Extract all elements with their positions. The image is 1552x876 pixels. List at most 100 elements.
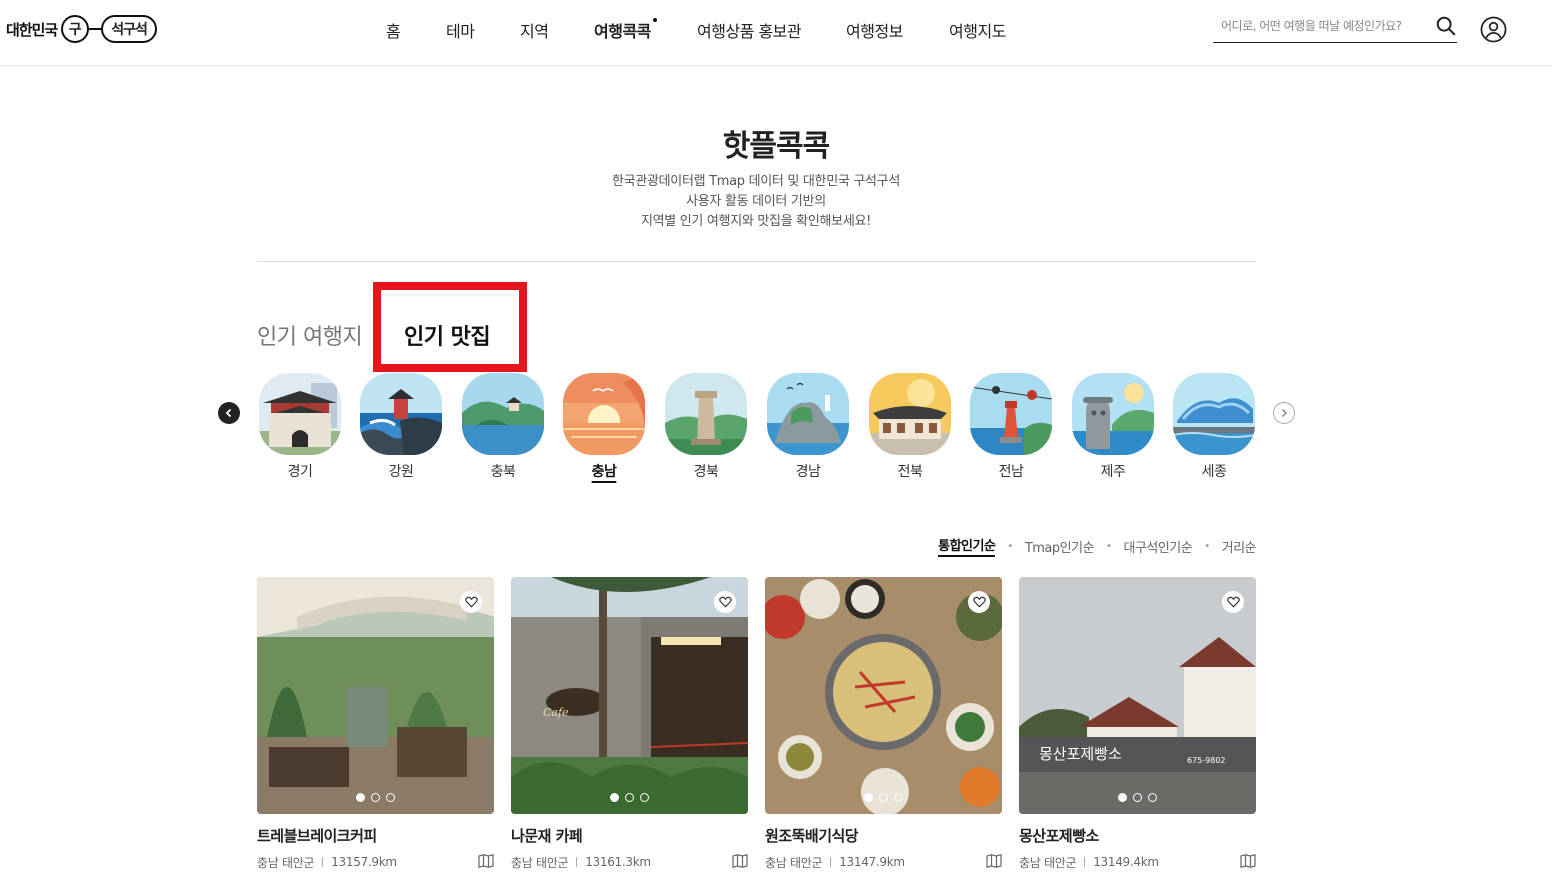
region-label: 충남 — [591, 464, 617, 480]
search-input[interactable] — [1221, 15, 1431, 37]
user-profile-icon[interactable] — [1480, 16, 1507, 43]
heart-icon — [464, 596, 478, 608]
restaurant-card[interactable]: 원조뚝배기식당 충남 태안군 13147.9km — [765, 577, 1002, 870]
carousel-dot[interactable] — [894, 793, 903, 802]
nav-product-promo[interactable]: 여행상품 홍보관 — [697, 18, 802, 42]
restaurant-photo[interactable]: Cafe — [511, 577, 748, 814]
sort-separator: • — [1204, 540, 1210, 552]
gyeongbuk-region-icon — [665, 373, 747, 455]
nav-travel-map[interactable]: 여행지도 — [949, 18, 1006, 42]
site-header: 대한민국 구 석구석 홈 테마 지역 여행콕콕 여행상품 홍보관 여행정보 여행… — [0, 0, 1552, 66]
search-icon[interactable] — [1435, 15, 1457, 37]
tab-popular-destinations[interactable]: 인기 여행지 — [257, 319, 363, 351]
carousel-dot[interactable] — [879, 793, 888, 802]
heart-icon — [718, 596, 732, 608]
restaurant-photo[interactable]: 몽산포제빵소 675-9802 — [1019, 577, 1256, 814]
restaurant-meta: 충남 태안군 13149.4km — [1019, 854, 1256, 870]
carousel-dot[interactable] — [1148, 793, 1157, 802]
carousel-dot[interactable] — [371, 793, 380, 802]
carousel-dot[interactable] — [864, 793, 873, 802]
nav-travel-kokkok[interactable]: 여행콕콕 — [594, 18, 657, 42]
map-icon[interactable] — [478, 854, 494, 868]
region-chungbuk[interactable]: 충북 — [462, 373, 544, 481]
region-jeonnam[interactable]: 전남 — [970, 373, 1052, 481]
region-label: 충북 — [490, 464, 516, 480]
sort-tmap-popularity[interactable]: Tmap인기순 — [1025, 537, 1095, 556]
restaurant-meta: 충남 태안군 13161.3km — [511, 854, 748, 870]
region-label: 세종 — [1201, 464, 1227, 480]
chevron-left-icon — [225, 408, 232, 418]
restaurant-card[interactable]: 몽산포제빵소 675-9802 몽산포제빵소 충남 태안군 13149.4km — [1019, 577, 1256, 870]
restaurant-name[interactable]: 나문재 카페 — [511, 825, 748, 846]
restaurant-distance: 13149.4km — [1093, 855, 1159, 869]
sort-integrated-popularity[interactable]: 통합인기순 — [938, 535, 996, 557]
restaurant-region: 충남 태안군 — [765, 855, 823, 870]
sort-options: 통합인기순 • Tmap인기순 • 대구석인기순 • 거리순 — [938, 535, 1257, 557]
restaurant-name[interactable]: 몽산포제빵소 — [1019, 825, 1256, 846]
region-label: 전북 — [897, 464, 923, 480]
search-box — [1213, 13, 1457, 43]
carousel-dot[interactable] — [1118, 793, 1127, 802]
sort-separator: • — [1106, 540, 1112, 552]
sort-distance[interactable]: 거리순 — [1222, 537, 1257, 556]
favorite-button[interactable] — [968, 591, 990, 613]
favorite-button[interactable] — [714, 591, 736, 613]
carousel-dots — [1019, 793, 1256, 802]
restaurant-photo[interactable] — [257, 577, 494, 814]
chungnam-region-icon — [563, 373, 645, 455]
restaurant-distance: 13147.9km — [839, 855, 905, 869]
gyeonggi-region-icon — [259, 373, 341, 455]
region-prev-button[interactable] — [218, 402, 240, 424]
region-gyeongnam[interactable]: 경남 — [767, 373, 849, 481]
nav-region[interactable]: 지역 — [520, 18, 549, 42]
intro-line-2: 사용자 활동 데이터 기반의 — [686, 194, 826, 209]
section-divider — [257, 261, 1256, 262]
carousel-dot[interactable] — [386, 793, 395, 802]
intro-line-1: 한국관광데이터랩 Tmap 데이터 및 대한민국 구석구석 — [612, 174, 900, 189]
region-gyeonggi[interactable]: 경기 — [259, 373, 341, 481]
region-sejong[interactable]: 세종 — [1173, 373, 1255, 481]
region-next-button[interactable] — [1273, 402, 1295, 424]
region-gyeongbuk[interactable]: 경북 — [665, 373, 747, 481]
map-icon[interactable] — [1240, 854, 1256, 868]
meta-divider — [576, 857, 578, 867]
restaurant-card[interactable]: Cafe 나문재 카페 충남 태안군 13161.3km — [511, 577, 748, 870]
carousel-dot[interactable] — [640, 793, 649, 802]
highlight-annotation-box — [373, 282, 527, 372]
region-gangwon[interactable]: 강원 — [360, 373, 442, 481]
map-icon[interactable] — [732, 854, 748, 868]
heart-icon — [1226, 596, 1240, 608]
jeju-region-icon — [1072, 373, 1154, 455]
cafe-sign-text: Cafe — [543, 706, 569, 719]
restaurant-card[interactable]: 트레블브레이크커피 충남 태안군 13157.9km — [257, 577, 494, 870]
restaurant-name[interactable]: 트레블브레이크커피 — [257, 825, 494, 846]
nav-travel-info[interactable]: 여행정보 — [846, 18, 903, 42]
jeonbuk-region-icon — [869, 373, 951, 455]
nav-home[interactable]: 홈 — [386, 18, 401, 42]
bakery-phone-text: 675-9802 — [1187, 756, 1226, 765]
restaurant-region: 충남 태안군 — [1019, 855, 1077, 870]
restaurant-photo[interactable] — [765, 577, 1002, 814]
nav-travel-kokkok-label: 여행콕콕 — [594, 22, 651, 41]
page-title: 핫플콕콕 — [722, 129, 830, 164]
region-label: 경남 — [795, 464, 821, 480]
region-chungnam[interactable]: 충남 — [563, 373, 645, 481]
heart-icon — [972, 596, 986, 608]
restaurant-name[interactable]: 원조뚝배기식당 — [765, 825, 1002, 846]
chungbuk-region-icon — [462, 373, 544, 455]
carousel-dot[interactable] — [610, 793, 619, 802]
region-jeju[interactable]: 제주 — [1072, 373, 1154, 481]
carousel-dot[interactable] — [1133, 793, 1142, 802]
restaurant-distance: 13157.9km — [331, 855, 397, 869]
sort-guseok-popularity[interactable]: 대구석인기순 — [1123, 537, 1192, 556]
restaurant-meta: 충남 태안군 13147.9km — [765, 854, 1002, 870]
carousel-dot[interactable] — [625, 793, 634, 802]
map-icon[interactable] — [986, 854, 1002, 868]
nav-theme[interactable]: 테마 — [446, 18, 475, 42]
region-jeonbuk[interactable]: 전북 — [869, 373, 951, 481]
chevron-right-icon — [1281, 408, 1288, 418]
carousel-dot[interactable] — [356, 793, 365, 802]
carousel-dots — [257, 793, 494, 802]
favorite-button[interactable] — [1222, 591, 1244, 613]
favorite-button[interactable] — [460, 591, 482, 613]
